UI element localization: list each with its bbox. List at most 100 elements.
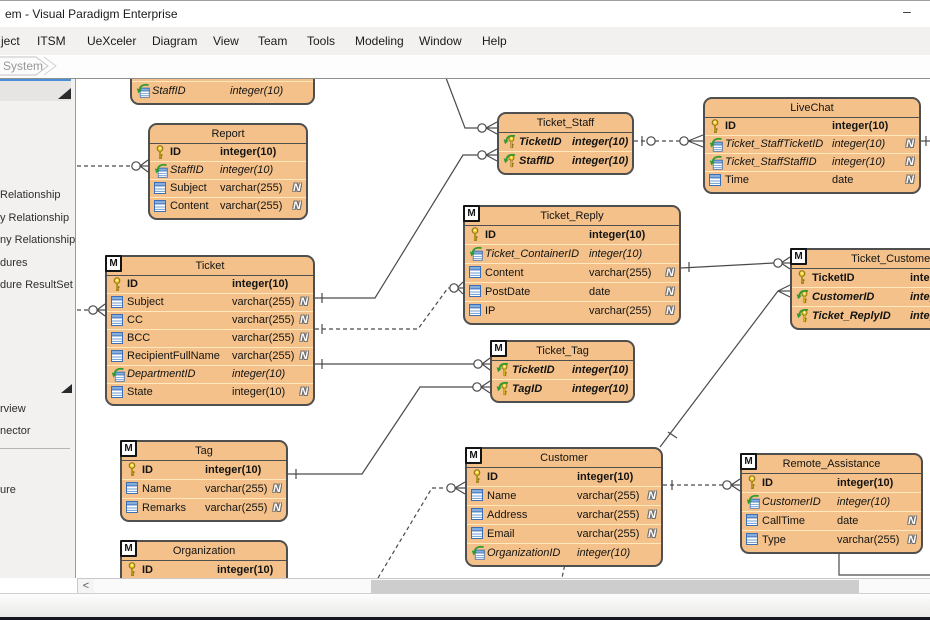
column-row[interactable]: IDinteger(10): [465, 226, 679, 244]
connector-ticketstaff-livechat[interactable]: [634, 135, 703, 147]
column-row[interactable]: IDinteger(10): [150, 144, 306, 161]
column-row[interactable]: CallTimedateN: [742, 511, 921, 530]
entity-table-remote-assistance[interactable]: MRemote_AssistanceIDinteger(10)CustomerI…: [740, 453, 923, 554]
column-name: Ticket_ReplyID: [812, 307, 891, 325]
menu-ject[interactable]: ject: [1, 34, 20, 48]
column-name: CustomerID: [762, 493, 821, 511]
menu-help[interactable]: Help: [482, 34, 507, 48]
column-type: integer(10): [837, 493, 890, 511]
column-row[interactable]: IPvarchar(255)N: [465, 301, 679, 320]
column-row[interactable]: TicketIDinteger(10): [792, 269, 930, 287]
column-icon: [468, 303, 483, 318]
scroll-left-button[interactable]: <: [78, 579, 94, 593]
key-icon: [745, 475, 760, 490]
entity-table-ticket[interactable]: MTicketIDinteger(10)Subjectvarchar(255)N…: [105, 255, 315, 406]
column-row[interactable]: Ticket_ContainerIDinteger(10): [465, 244, 679, 263]
entity-table-ticket-reply[interactable]: MTicket_ReplyIDinteger(10)Ticket_Contain…: [463, 205, 681, 325]
column-row[interactable]: IDinteger(10): [122, 461, 286, 479]
nullable-icon: N: [300, 330, 308, 347]
column-row[interactable]: IDinteger(10): [742, 474, 921, 492]
entity-table-ticket-staff[interactable]: Ticket_StaffTicketIDinteger(10)StaffIDin…: [497, 112, 634, 175]
palette-item-dures[interactable]: dures: [0, 257, 28, 269]
column-type: integer(10): [220, 162, 273, 179]
column-row[interactable]: BCCvarchar(255)N: [107, 329, 313, 347]
entity-table-report[interactable]: ReportIDinteger(10)StaffIDinteger(10)Sub…: [148, 123, 308, 220]
connector-tag-tickettag[interactable]: [288, 381, 490, 479]
column-row[interactable]: Ticket_ReplyIDinteger(10): [792, 306, 930, 325]
menu-tools[interactable]: Tools: [307, 34, 335, 48]
column-row[interactable]: Namevarchar(255)N: [122, 479, 286, 498]
entity-table-customer[interactable]: MCustomerIDinteger(10)Namevarchar(255)NA…: [465, 447, 663, 567]
connector-ticketreply-ticketcustomer[interactable]: [681, 257, 790, 272]
breadcrumb[interactable]: System: [3, 59, 43, 73]
palette-corner-triangle-icon[interactable]: [58, 88, 71, 99]
palette-corner-triangle-icon[interactable]: [61, 384, 72, 393]
menu-diagram[interactable]: Diagram: [152, 34, 197, 48]
scrollbar-thumb[interactable]: [371, 580, 859, 593]
minimize-button[interactable]: –: [903, 3, 911, 19]
menu-itsm[interactable]: ITSM: [37, 34, 66, 48]
column-icon: [153, 199, 168, 214]
column-row[interactable]: PostDatedateN: [465, 282, 679, 301]
column-row[interactable]: CustomerIDinteger(10): [792, 287, 930, 306]
palette-item-nector[interactable]: nector: [0, 425, 31, 437]
palette-item-ny-relationship[interactable]: ny Relationship: [0, 234, 75, 246]
column-row[interactable]: Subjectvarchar(255)N: [150, 179, 306, 197]
column-row[interactable]: IDinteger(10): [705, 118, 919, 135]
column-row[interactable]: IDinteger(10): [122, 561, 286, 579]
column-row[interactable]: TicketIDinteger(10): [499, 133, 632, 151]
column-row[interactable]: Contentvarchar(255)N: [465, 263, 679, 282]
column-row[interactable]: IDinteger(10): [467, 468, 661, 486]
column-row[interactable]: Emailvarchar(255)N: [467, 524, 661, 543]
palette-item-y-relationship[interactable]: y Relationship: [0, 212, 69, 224]
connector-ticket-left[interactable]: [77, 304, 105, 316]
entity-table-livechat[interactable]: LiveChatIDinteger(10)Ticket_StaffTicketI…: [703, 97, 921, 194]
key-icon: [795, 270, 810, 285]
menu-view[interactable]: View: [213, 34, 239, 48]
horizontal-scrollbar[interactable]: <: [77, 578, 930, 594]
entity-table-tag[interactable]: MTagIDinteger(10)Namevarchar(255)NRemark…: [120, 440, 288, 522]
column-name: CC: [127, 312, 143, 329]
column-row[interactable]: CCvarchar(255)N: [107, 311, 313, 329]
menu-window[interactable]: Window: [419, 34, 462, 48]
connector-organization-customer[interactable]: [378, 482, 465, 578]
menu-modeling[interactable]: Modeling: [355, 34, 404, 48]
column-row[interactable]: StaffIDinteger(10): [499, 151, 632, 170]
palette-item-rview[interactable]: rview: [0, 403, 26, 415]
column-row[interactable]: Subjectvarchar(255)N: [107, 293, 313, 311]
column-row[interactable]: StaffIDinteger(10): [150, 161, 306, 179]
column-type: varchar(255): [577, 525, 639, 543]
entity-table-ticket-tag[interactable]: MTicket_TagTicketIDinteger(10)TagIDinteg…: [490, 340, 635, 403]
column-row[interactable]: TagIDinteger(10): [492, 379, 633, 398]
column-row[interactable]: Typevarchar(255)N: [742, 530, 921, 549]
column-row[interactable]: TicketIDinteger(10): [492, 361, 633, 379]
column-row[interactable]: OrganizationIDinteger(10): [467, 543, 661, 562]
column-row[interactable]: Ticket_StaffTicketIDinteger(10)N: [705, 135, 919, 153]
column-row[interactable]: IDinteger(10): [107, 276, 313, 293]
diagram-canvas[interactable]: StaffIDinteger(10)ReportIDinteger(10)Sta…: [0, 0, 930, 620]
connector-ticket-tickettag[interactable]: [315, 358, 490, 370]
connector-staff-ticketstaff[interactable]: [443, 70, 497, 134]
column-row[interactable]: Addressvarchar(255)N: [467, 505, 661, 524]
column-row[interactable]: Stateinteger(10)N: [107, 383, 313, 401]
entity-table-ticket-customer[interactable]: MTicket_CustomerTicketIDinteger(10)Custo…: [790, 248, 930, 330]
connector-livechat-right[interactable]: [921, 136, 930, 146]
tool-palette: Relationship y Relationship ny Relationshi…: [0, 78, 76, 578]
column-row[interactable]: TimedateN: [705, 171, 919, 189]
column-row[interactable]: Namevarchar(255)N: [467, 486, 661, 505]
column-row[interactable]: Ticket_StaffStaffIDinteger(10)N: [705, 153, 919, 171]
connector-customer-remote[interactable]: [663, 479, 740, 491]
palette-item-dure-resultset[interactable]: dure ResultSet: [0, 279, 73, 291]
column-row[interactable]: DepartmentIDinteger(10): [107, 365, 313, 383]
column-row[interactable]: RecipientFullNamevarchar(255)N: [107, 347, 313, 365]
column-row[interactable]: StaffIDinteger(10): [132, 81, 313, 100]
connector-ticket-ticketreply[interactable]: [315, 282, 463, 334]
menu-team[interactable]: Team: [258, 34, 287, 48]
column-row[interactable]: Remarksvarchar(255)N: [122, 498, 286, 517]
palette-item-ure[interactable]: ure: [0, 484, 16, 496]
column-row[interactable]: CustomerID integer(10): [742, 492, 921, 511]
menu-uexceler[interactable]: UeXceler: [87, 34, 136, 48]
palette-item-relationship[interactable]: Relationship: [0, 189, 61, 201]
connector-report-left[interactable]: [77, 160, 148, 172]
column-row[interactable]: Contentvarchar(255)N: [150, 197, 306, 215]
